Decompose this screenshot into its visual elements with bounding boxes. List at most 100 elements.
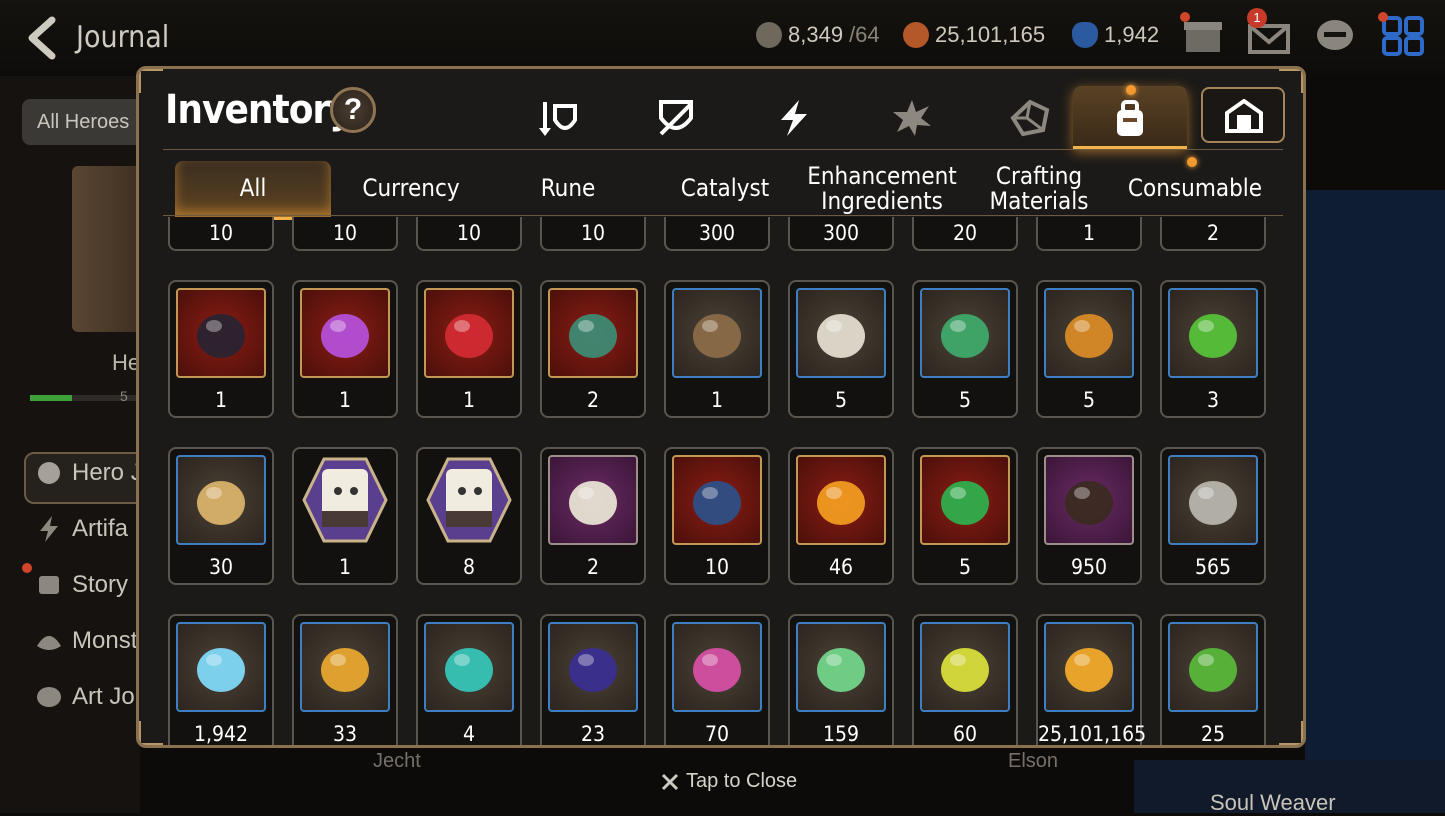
inventory-slot[interactable]: 5 [912,447,1018,585]
item-count: 5 [958,555,972,579]
menu-item-story[interactable]: Story [34,570,128,600]
subtab-rune[interactable]: Rune [490,161,646,217]
inventory-slot[interactable]: 25,101,165 [1036,614,1146,745]
inventory-slot[interactable]: 25 [1160,614,1266,745]
help-button[interactable]: ? [330,87,376,133]
item-frame [548,288,638,378]
inventory-modal: Inventory ? All Currency Rune Catalyst E… [136,66,1306,748]
star-pendant-icon [321,648,369,692]
inventory-slot[interactable]: 20 [912,217,1018,251]
inventory-slot[interactable]: 300 [664,217,770,251]
item-frame [1168,288,1258,378]
tab-bag[interactable] [1073,86,1187,149]
item-count: 33 [332,722,358,746]
inventory-slot[interactable]: 10 [540,217,646,251]
item-count: 1 [338,388,352,412]
inventory-slot[interactable]: 4 [416,614,522,745]
item-count: 5 [1082,388,1096,412]
menu-item-art-journal[interactable]: Art Jo [34,682,135,712]
tab-shield[interactable] [619,86,733,146]
inventory-slot[interactable]: 2 [1160,217,1266,251]
teal-crystal-icon [445,648,493,692]
item-frame [920,455,1010,545]
chat-icon[interactable] [1312,14,1358,58]
inventory-slot[interactable]: 1 [416,280,522,418]
inventory-slot[interactable]: 10 [416,217,522,251]
inventory-slot[interactable]: 60 [912,614,1018,745]
back-arrow-icon[interactable] [22,14,66,62]
inventory-slot[interactable]: 8 [416,447,522,585]
dark-horn-icon [1065,481,1113,525]
subtab-catalyst[interactable]: Catalyst [647,161,803,217]
item-frame [796,288,886,378]
inventory-slot[interactable]: 5 [788,280,894,418]
item-frame [424,288,514,378]
item-frame [672,622,762,712]
inventory-slot[interactable]: 1 [664,280,770,418]
blue-ring-pendant-icon [693,481,741,525]
inventory-slot[interactable]: 70 [664,614,770,745]
burst-icon [893,100,931,136]
inventory-slot[interactable]: 300 [788,217,894,251]
cube-icon [1010,99,1050,137]
shield-slash-icon [659,100,693,136]
menu-item-monster[interactable]: Monst [34,626,137,656]
menu-grid-icon[interactable] [1380,14,1426,58]
item-count: 159 [822,722,860,746]
notification-dot [1180,12,1190,22]
subtab-consumable[interactable]: Consumable [1117,161,1273,217]
inventory-slot[interactable]: 23 [540,614,646,745]
golden-amulet-icon [1065,314,1113,358]
inventory-slot[interactable]: 3 [1160,280,1266,418]
subtab-enhancement-ingredients[interactable]: Enhancement Ingredients [804,161,960,217]
green-compass-icon [941,314,989,358]
notification-dot [1187,157,1197,167]
subtab-all[interactable]: All [175,161,331,220]
top-bar: Journal 8,349/64 25,101,165 1,942 1 [0,0,1445,76]
skystone-icon [1072,22,1098,48]
item-count: 300 [698,221,736,245]
item-frame [920,622,1010,712]
item-frame [176,622,266,712]
inventory-slot[interactable]: 1 [168,280,274,418]
item-count: 10 [580,221,606,245]
tap-to-close[interactable]: Tap to Close [660,770,797,793]
item-count: 46 [828,555,854,579]
tab-cube[interactable] [973,86,1087,146]
inventory-slot[interactable]: 1 [292,447,398,585]
inventory-slot[interactable]: 46 [788,447,894,585]
subtab-crafting-materials[interactable]: Crafting Materials [961,161,1117,217]
inventory-slot[interactable]: 1 [292,280,398,418]
tab-burst[interactable] [855,86,969,146]
item-frame [1044,288,1134,378]
palette-icon [37,687,61,707]
inventory-slot[interactable]: 30 [168,447,274,585]
notification-dot [22,563,32,573]
inventory-slot[interactable]: 2 [540,280,646,418]
divider [163,215,1283,216]
inventory-grid: 10 10 10 10 300 300 20 1 2 1 1 1 2 1 5 5 5 3 30 1 8 2 10 46 5 950… [139,217,1303,746]
tab-storage[interactable] [1201,87,1285,143]
inventory-slot[interactable]: 1 [1036,217,1142,251]
inventory-slot[interactable]: 33 [292,614,398,746]
subtab-currency[interactable]: Currency [333,161,489,217]
inventory-slot[interactable]: 565 [1160,447,1266,585]
inventory-slot[interactable]: 10 [168,217,274,251]
item-frame [672,455,762,545]
tab-artifact[interactable] [737,86,851,146]
item-frame [796,455,886,545]
inventory-slot[interactable]: 950 [1036,447,1142,585]
menu-item-hero-journal[interactable]: Hero J [34,458,143,488]
inventory-slot[interactable]: 1,942 [168,614,274,745]
inventory-slot[interactable]: 10 [664,447,770,585]
right-panel [1305,190,1445,813]
inventory-slot[interactable]: 5 [912,280,1018,418]
menu-item-artifact[interactable]: Artifa [34,514,128,544]
inventory-slot[interactable]: 2 [540,447,646,585]
inventory-slot[interactable]: 10 [292,217,398,251]
item-frame [300,455,390,545]
tab-equipment[interactable] [501,86,615,146]
inventory-slot[interactable]: 159 [788,614,894,746]
inventory-slot[interactable]: 5 [1036,280,1142,418]
item-frame [176,288,266,378]
